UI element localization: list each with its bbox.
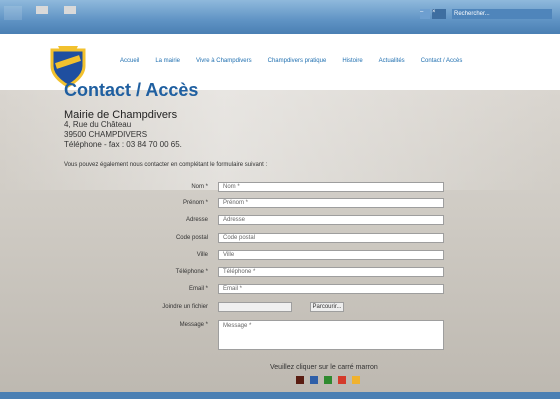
file-label: Joindre un fichier [162,304,208,310]
form-intro-text: Vous pouvez également nous contacter en … [64,162,268,168]
contact-form: Nom * Nom * Prénom * Prénom * Adresse Ad… [0,176,560,396]
text-input[interactable]: Ville [218,250,444,260]
captcha-square[interactable] [338,376,346,384]
window-minimize-button[interactable]: – [420,9,430,19]
message-textarea[interactable]: Message * [218,320,444,350]
address-line: 4, Rue du Château [64,120,132,129]
main-navigation: Accueil La mairie Vivre à Champdivers Ch… [120,58,462,64]
text-input[interactable]: Prénom * [218,198,444,208]
page-title: Contact / Accès [64,80,199,100]
browse-button[interactable]: Parcourir... [310,302,344,312]
field-label: Code postal [175,235,208,241]
file-path-field[interactable] [218,302,292,312]
browser-tab[interactable] [64,6,76,14]
nav-item[interactable]: Histoire [342,58,362,64]
captcha-square[interactable] [296,376,304,384]
nav-item[interactable]: Vivre à Champdivers [196,58,252,64]
nav-item-active[interactable]: Contact / Accès [421,58,463,64]
text-input[interactable]: Téléphone * [218,267,444,277]
address-name: Mairie de Champdivers [64,109,178,121]
field-label: Prénom * [182,200,208,206]
captcha-square[interactable] [310,376,318,384]
captcha-color-squares [296,376,360,384]
browser-search-box[interactable]: Rechercher... [452,9,552,19]
captcha-instructions: Veuillez cliquer sur le carré marron [270,364,378,371]
nav-item[interactable]: Champdivers pratique [268,58,327,64]
message-label: Message * [179,322,208,328]
text-input[interactable]: Adresse [218,215,444,225]
address-line: 39500 CHAMPDIVERS [64,130,148,139]
text-input[interactable]: Nom * [218,182,444,192]
bottom-bar [0,392,560,399]
nav-item[interactable]: Accueil [120,58,139,64]
nav-item[interactable]: Actualités [379,58,405,64]
captcha-square[interactable] [352,376,360,384]
browser-window: – × Rechercher... Accueil La mairie Vivr… [0,0,560,399]
field-label: Adresse [185,217,208,223]
browser-tab[interactable] [36,6,48,14]
text-input[interactable]: Email * [218,284,444,294]
address-line: Téléphone - fax : 03 84 70 00 65. [64,140,182,149]
captcha-square[interactable] [324,376,332,384]
browser-topbar: – × Rechercher... [0,0,560,35]
nav-item[interactable]: La mairie [155,58,180,64]
field-label: Nom * [191,184,208,190]
browser-tab-active[interactable] [4,6,22,20]
window-close-button[interactable]: × [432,9,446,19]
field-label: Téléphone * [175,269,208,275]
field-label: Ville [196,252,208,258]
text-input[interactable]: Code postal [218,233,444,243]
field-label: Email * [188,286,208,292]
contact-address: Mairie de Champdivers 4, Rue du Château … [64,110,182,150]
